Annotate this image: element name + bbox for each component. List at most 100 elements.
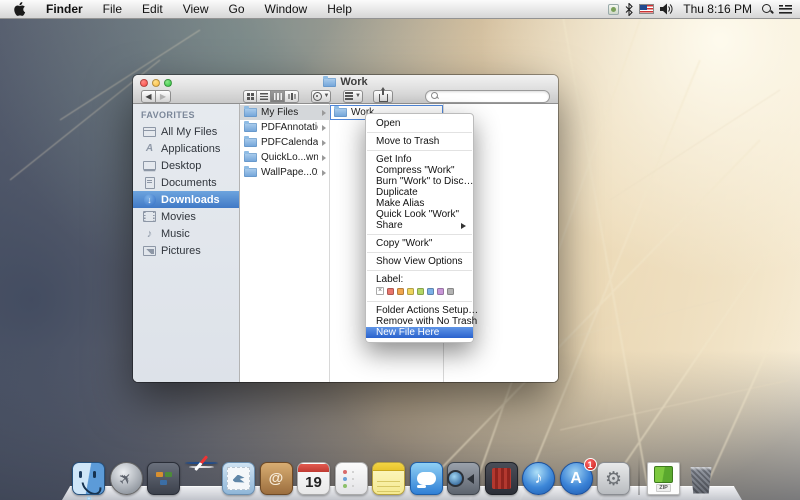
menu-help[interactable]: Help bbox=[317, 0, 362, 19]
file-name: QuickLo...wnloader bbox=[261, 152, 318, 163]
menu-item-open[interactable]: Open bbox=[366, 118, 473, 129]
search-icon bbox=[431, 92, 439, 100]
menu-item-burn[interactable]: Burn "Work" to Disc… bbox=[366, 176, 473, 187]
file-row-my-files[interactable]: My Files bbox=[240, 105, 329, 120]
sidebar-item-desktop[interactable]: Desktop bbox=[133, 157, 239, 174]
menu-bar-clock[interactable]: Thu 8:16 PM bbox=[679, 2, 756, 16]
apple-logo-icon bbox=[14, 2, 26, 16]
dock-icon-trash[interactable] bbox=[685, 462, 718, 495]
menu-item-make-alias[interactable]: Make Alias bbox=[366, 198, 473, 209]
sidebar-item-music[interactable]: Music bbox=[133, 225, 239, 242]
file-row-quicklook-downloader[interactable]: QuickLo...wnloader bbox=[240, 150, 329, 165]
dock-icon-safari[interactable] bbox=[185, 462, 218, 495]
label-orange-swatch[interactable] bbox=[397, 288, 404, 295]
label-blue-swatch[interactable] bbox=[427, 288, 434, 295]
menu-edit[interactable]: Edit bbox=[132, 0, 173, 19]
column-view-button[interactable] bbox=[271, 90, 285, 103]
dock-icon-messages[interactable] bbox=[410, 462, 443, 495]
sidebar-item-all-my-files[interactable]: All My Files bbox=[133, 123, 239, 140]
forward-button[interactable]: ▶ bbox=[156, 90, 171, 103]
notes-icon bbox=[372, 462, 405, 495]
notification-center-icon[interactable] bbox=[779, 4, 792, 15]
menu-item-compress[interactable]: Compress "Work" bbox=[366, 165, 473, 176]
dock-icon-facetime[interactable] bbox=[447, 462, 480, 495]
label-purple-swatch[interactable] bbox=[437, 288, 444, 295]
menu-item-new-file-here[interactable]: New File Here bbox=[366, 327, 473, 338]
chevron-down-icon: ▼ bbox=[355, 93, 361, 99]
volume-icon[interactable] bbox=[660, 3, 673, 15]
dock-icon-calendar[interactable]: 19 bbox=[297, 462, 330, 495]
menu-item-show-view-options[interactable]: Show View Options bbox=[366, 256, 473, 267]
file-row-pdfannotationeditor[interactable]: PDFAnnotationEditor bbox=[240, 120, 329, 135]
list-view-button[interactable] bbox=[257, 90, 271, 103]
sidebar-item-label: Music bbox=[161, 228, 190, 240]
label-gray-swatch[interactable] bbox=[447, 288, 454, 295]
arrange-icon bbox=[345, 92, 353, 100]
menu-view[interactable]: View bbox=[173, 0, 219, 19]
column-1: My Files PDFAnnotationEditor PDFCalendar… bbox=[240, 104, 330, 382]
input-source-flag-icon[interactable] bbox=[639, 4, 654, 14]
music-icon bbox=[143, 227, 156, 240]
bluetooth-icon[interactable] bbox=[625, 3, 633, 16]
dock-icon-itunes[interactable] bbox=[522, 462, 555, 495]
menu-item-get-info[interactable]: Get Info bbox=[366, 154, 473, 165]
window-header[interactable]: Work ◀ ▶ ▼ ▼ bbox=[133, 75, 558, 104]
coverflow-view-button[interactable] bbox=[285, 90, 299, 103]
file-row-wallpaper[interactable]: WallPape...0x1440 bbox=[240, 165, 329, 180]
menu-bar: Finder File Edit View Go Window Help Thu… bbox=[0, 0, 800, 19]
menu-item-copy[interactable]: Copy "Work" bbox=[366, 238, 473, 249]
search-input[interactable] bbox=[425, 90, 550, 103]
apple-menu[interactable] bbox=[8, 2, 36, 16]
sidebar-item-applications[interactable]: Applications bbox=[133, 140, 239, 157]
dock-icon-contacts[interactable] bbox=[260, 462, 293, 495]
dock-icon-reminders[interactable] bbox=[335, 462, 368, 495]
sidebar-item-movies[interactable]: Movies bbox=[133, 208, 239, 225]
menu-go[interactable]: Go bbox=[219, 0, 255, 19]
view-switcher bbox=[243, 90, 299, 103]
menu-item-folder-actions-setup[interactable]: Folder Actions Setup… bbox=[366, 305, 473, 316]
dock-icon-mission-control[interactable] bbox=[147, 462, 180, 495]
dock-icon-notes[interactable] bbox=[372, 462, 405, 495]
menu-item-move-to-trash[interactable]: Move to Trash bbox=[366, 136, 473, 147]
menu-item-share[interactable]: Share bbox=[366, 220, 473, 231]
dock-icon-mail[interactable] bbox=[222, 462, 255, 495]
menu-item-quick-look[interactable]: Quick Look "Work" bbox=[366, 209, 473, 220]
menu-window[interactable]: Window bbox=[255, 0, 318, 19]
menu-file[interactable]: File bbox=[93, 0, 132, 19]
label-clear-swatch[interactable]: × bbox=[376, 287, 384, 295]
sidebar-section-favorites: FAVORITES bbox=[133, 110, 239, 123]
calendar-icon: 19 bbox=[297, 462, 330, 495]
sidebar-item-downloads[interactable]: Downloads bbox=[133, 191, 239, 208]
file-row-pdfcalendar[interactable]: PDFCalendar bbox=[240, 135, 329, 150]
chevron-right-icon bbox=[322, 140, 326, 146]
menu-finder[interactable]: Finder bbox=[36, 0, 93, 19]
dock-icon-system-preferences[interactable] bbox=[597, 462, 630, 495]
share-button[interactable] bbox=[373, 90, 393, 103]
label-red-swatch[interactable] bbox=[387, 288, 394, 295]
dock-icon-finder[interactable] bbox=[72, 462, 105, 495]
label-yellow-swatch[interactable] bbox=[407, 288, 414, 295]
finder-window: Work ◀ ▶ ▼ ▼ FAVORITES All My Files Appl… bbox=[133, 75, 558, 382]
messages-icon bbox=[410, 462, 443, 495]
sidebar-item-label: All My Files bbox=[161, 126, 217, 138]
file-name: My Files bbox=[261, 107, 318, 118]
dock-icon-launchpad[interactable] bbox=[110, 462, 143, 495]
dock-separator bbox=[638, 455, 640, 495]
menu-item-remove-with-no-trash[interactable]: Remove with No Trash bbox=[366, 316, 473, 327]
sidebar-item-documents[interactable]: Documents bbox=[133, 174, 239, 191]
dock-icon-app-store[interactable]: 1 bbox=[560, 462, 593, 495]
icon-view-button[interactable] bbox=[243, 90, 257, 103]
dock-icon-zip-file[interactable]: ZIP bbox=[647, 462, 680, 495]
status-app-icon[interactable] bbox=[608, 4, 619, 15]
trash-icon bbox=[685, 462, 718, 495]
arrange-button[interactable]: ▼ bbox=[343, 90, 363, 103]
sidebar-item-pictures[interactable]: Pictures bbox=[133, 242, 239, 259]
file-name: WallPape...0x1440 bbox=[261, 167, 318, 178]
chevron-right-icon bbox=[322, 170, 326, 176]
dock-icon-photo-booth[interactable] bbox=[485, 462, 518, 495]
spotlight-icon[interactable] bbox=[762, 4, 773, 15]
back-button[interactable]: ◀ bbox=[141, 90, 156, 103]
label-green-swatch[interactable] bbox=[417, 288, 424, 295]
action-gear-button[interactable]: ▼ bbox=[311, 90, 331, 103]
menu-item-duplicate[interactable]: Duplicate bbox=[366, 187, 473, 198]
